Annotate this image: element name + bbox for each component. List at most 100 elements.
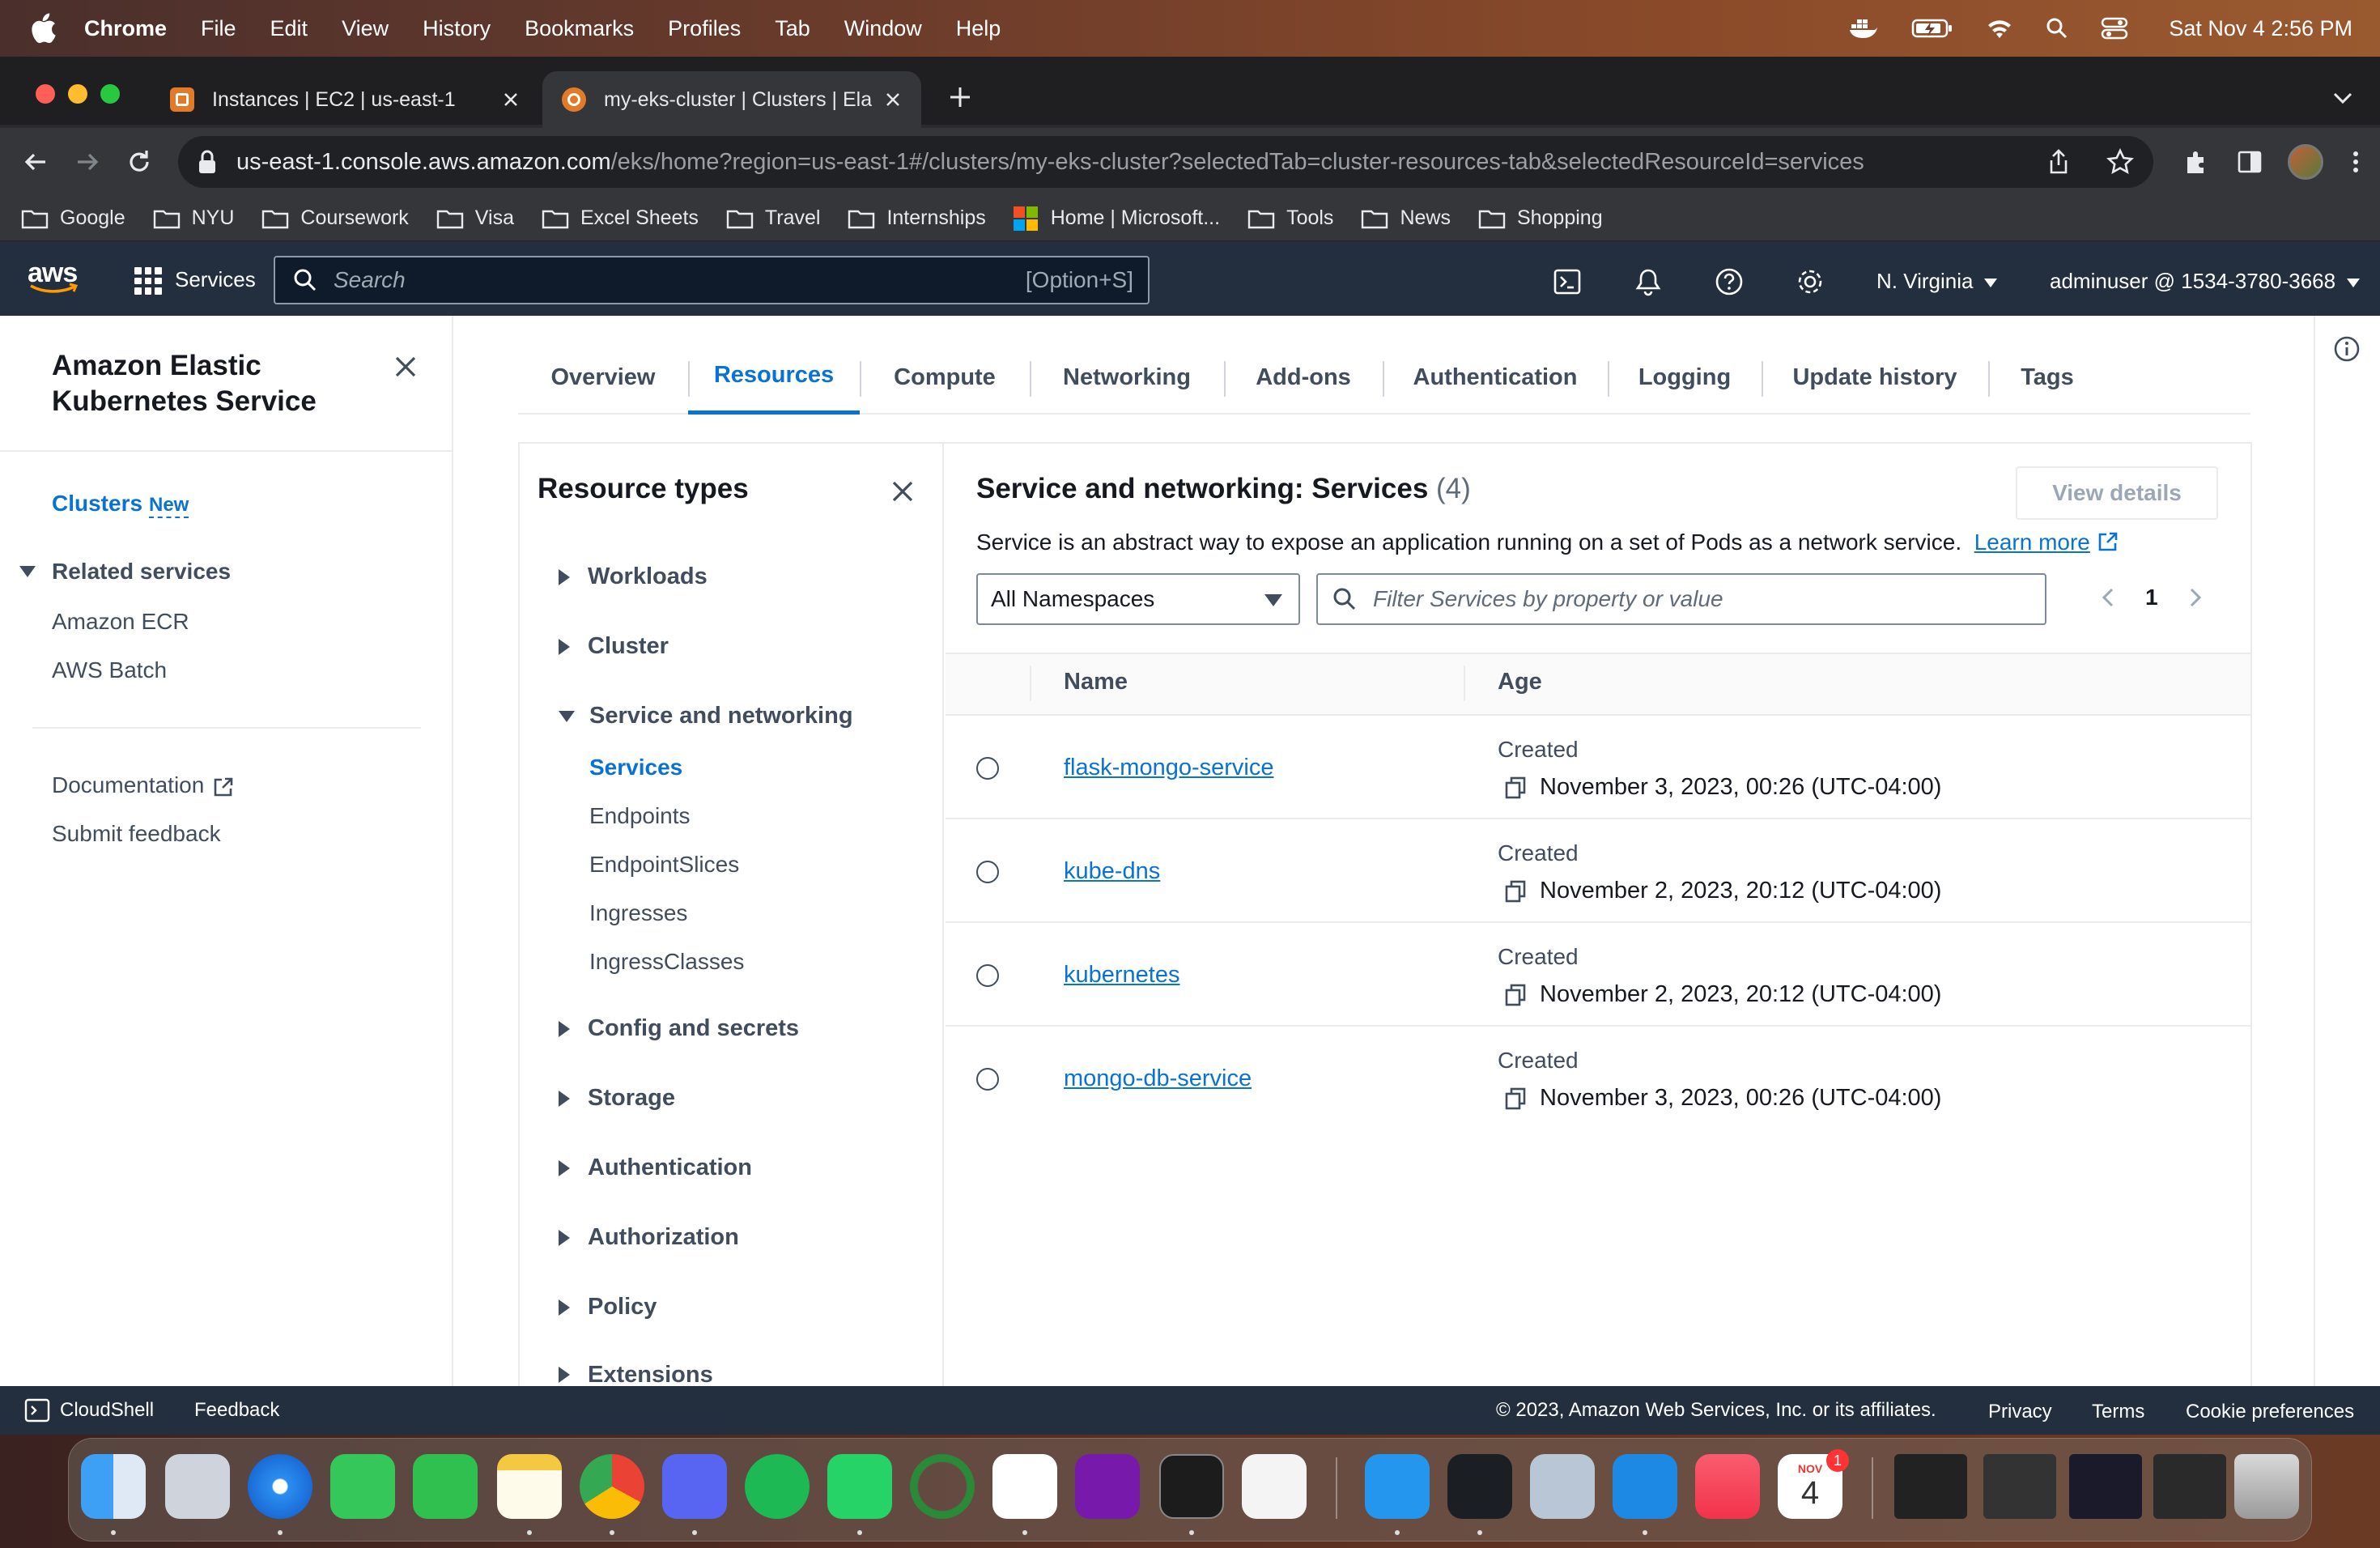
tab-update-history[interactable]: Update history [1762, 340, 1988, 415]
apple-icon[interactable] [29, 12, 57, 45]
circular-app-icon[interactable] [910, 1454, 975, 1519]
group-config-and-secrets[interactable]: Config and secrets [559, 1015, 799, 1042]
services-menu-button[interactable]: Services [175, 267, 256, 292]
window-close-button[interactable] [36, 84, 55, 104]
tab-search-chevron-icon[interactable] [2328, 86, 2357, 110]
finder-icon[interactable] [81, 1454, 146, 1519]
discord-icon[interactable] [662, 1454, 727, 1519]
address-bar[interactable]: us-east-1.console.aws.amazon.com/eks/hom… [178, 136, 2153, 188]
tab-tags[interactable]: Tags [1988, 340, 2106, 415]
bookmark-microsoft[interactable]: Home | Microsoft... [1013, 206, 1220, 231]
notes-icon[interactable] [497, 1454, 562, 1519]
nav-documentation-link[interactable]: Documentation [52, 772, 235, 798]
music-icon[interactable] [1695, 1454, 1760, 1519]
bookmark-google[interactable]: Google [21, 206, 125, 230]
reload-icon[interactable] [123, 146, 155, 178]
close-navigation-icon[interactable] [392, 353, 419, 381]
copy-icon[interactable] [1504, 879, 1527, 904]
column-header-name[interactable]: Name [1064, 669, 1128, 695]
slack-icon[interactable] [992, 1454, 1057, 1519]
chrome-menu-icon[interactable] [2348, 147, 2364, 176]
previous-page-icon[interactable] [2097, 585, 2121, 610]
facetime-icon[interactable] [413, 1454, 478, 1519]
minimized-window-4[interactable] [2153, 1454, 2226, 1519]
whatsapp-icon[interactable] [827, 1454, 892, 1519]
tab-compute[interactable]: Compute [860, 340, 1030, 415]
share-icon[interactable] [2046, 148, 2071, 176]
namespace-select[interactable]: All Namespaces [976, 573, 1300, 625]
minimized-window-3[interactable] [2069, 1454, 2142, 1519]
tab-networking[interactable]: Networking [1030, 340, 1224, 415]
privacy-link[interactable]: Privacy [1988, 1401, 2052, 1423]
bookmark-travel[interactable]: Travel [726, 206, 820, 230]
row-select-radio[interactable] [976, 1068, 999, 1091]
filter-services-input[interactable]: Filter Services by property or value [1316, 573, 2046, 625]
cloudshell-icon[interactable] [1553, 267, 1582, 296]
service-link[interactable]: mongo-db-service [1064, 1065, 1252, 1092]
messages-icon[interactable] [330, 1454, 395, 1519]
nav-aws-batch-link[interactable]: AWS Batch [52, 657, 167, 683]
group-authentication[interactable]: Authentication [559, 1155, 752, 1181]
vscode-icon[interactable] [1613, 1454, 1677, 1519]
row-select-radio[interactable] [976, 964, 999, 987]
browser-tab-ec2[interactable]: Instances | EC2 | us-east-1 [151, 71, 539, 128]
group-service-and-networking[interactable]: Service and networking [559, 703, 853, 729]
resource-ingressclasses-link[interactable]: IngressClasses [589, 949, 744, 975]
spotlight-search-icon[interactable] [2046, 17, 2068, 40]
chrome-icon[interactable] [580, 1454, 644, 1519]
minimized-window-2[interactable] [1983, 1454, 2056, 1519]
services-grid-icon[interactable] [134, 267, 162, 295]
bookmark-shopping[interactable]: Shopping [1478, 206, 1603, 230]
terminal-icon[interactable] [1159, 1454, 1224, 1519]
bookmark-excel-sheets[interactable]: Excel Sheets [542, 206, 699, 230]
copy-icon[interactable] [1504, 1087, 1527, 1111]
resource-endpointslices-link[interactable]: EndpointSlices [589, 852, 739, 878]
help-icon[interactable] [1715, 267, 1744, 296]
profile-avatar[interactable] [2288, 144, 2323, 180]
account-menu[interactable]: adminuser @ 1534-3780-3668 [2050, 269, 2361, 294]
menu-help[interactable]: Help [956, 16, 1001, 41]
resource-endpoints-link[interactable]: Endpoints [589, 803, 691, 829]
bookmark-star-icon[interactable] [2106, 148, 2134, 176]
menu-file[interactable]: File [201, 16, 236, 41]
docker-status-icon[interactable] [1848, 16, 1879, 40]
bookmark-news[interactable]: News [1361, 206, 1451, 230]
docker-icon[interactable] [1365, 1454, 1430, 1519]
nav-clusters-link[interactable]: Clusters [52, 491, 142, 517]
safari-icon[interactable] [248, 1454, 312, 1519]
tab-logging[interactable]: Logging [1608, 340, 1762, 415]
group-cluster[interactable]: Cluster [559, 633, 669, 660]
service-title[interactable]: Amazon Elastic Kubernetes Service [52, 348, 376, 419]
copy-icon[interactable] [1504, 983, 1527, 1007]
browser-tab-eks[interactable]: my-eks-cluster | Clusters | Ela [542, 71, 921, 128]
control-center-icon[interactable] [2101, 17, 2128, 40]
service-link[interactable]: kube-dns [1064, 858, 1160, 885]
trash-icon[interactable] [2234, 1454, 2299, 1519]
column-header-age[interactable]: Age [1498, 669, 1542, 695]
resource-ingresses-link[interactable]: Ingresses [589, 900, 687, 926]
bookmark-internships[interactable]: Internships [848, 206, 986, 230]
app-icon[interactable] [1447, 1454, 1512, 1519]
menu-edit[interactable]: Edit [270, 16, 308, 41]
next-page-icon[interactable] [2182, 585, 2207, 610]
close-tab-icon[interactable] [881, 87, 905, 112]
cookie-preferences-link[interactable]: Cookie preferences [2186, 1401, 2354, 1423]
row-select-radio[interactable] [976, 861, 999, 883]
group-policy[interactable]: Policy [559, 1294, 657, 1320]
preview-icon[interactable] [1530, 1454, 1595, 1519]
cloudshell-button[interactable]: CloudShell [24, 1397, 154, 1423]
group-workloads[interactable]: Workloads [559, 563, 708, 590]
close-panel-icon[interactable] [889, 478, 916, 505]
battery-icon[interactable] [1911, 18, 1953, 39]
minimized-window-1[interactable] [1894, 1454, 1967, 1519]
tab-overview[interactable]: Overview [518, 340, 688, 415]
aws-logo[interactable]: aws [28, 257, 81, 298]
learn-more-link[interactable]: Learn more [1974, 529, 2090, 555]
extensions-puzzle-icon[interactable] [2182, 147, 2212, 176]
bookmark-nyu[interactable]: NYU [153, 206, 234, 230]
bookmark-tools[interactable]: Tools [1247, 206, 1333, 230]
group-authorization[interactable]: Authorization [559, 1224, 739, 1251]
region-selector[interactable]: N. Virginia [1876, 269, 1998, 294]
new-tab-icon[interactable] [944, 81, 976, 113]
bookmark-coursework[interactable]: Coursework [261, 206, 409, 230]
